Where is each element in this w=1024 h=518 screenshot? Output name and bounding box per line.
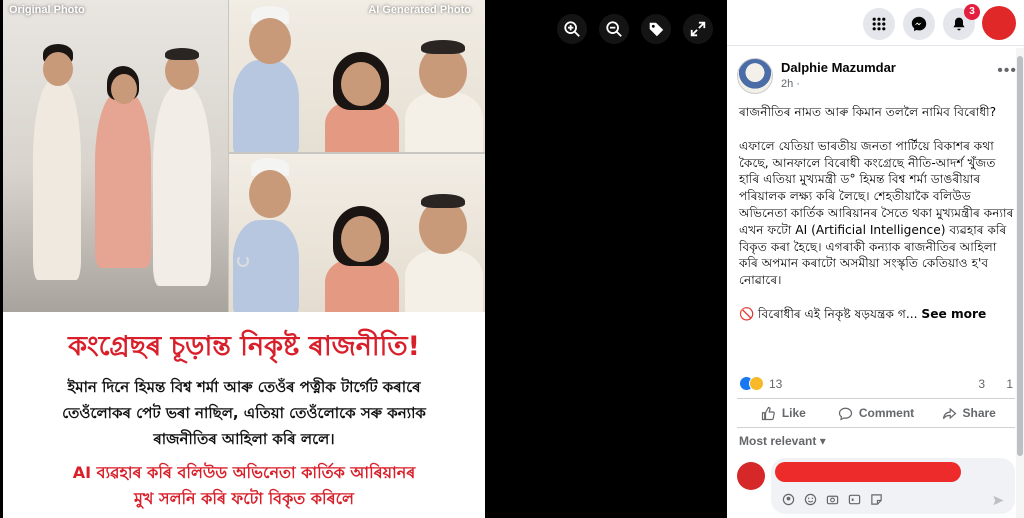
caption-red-line: AI ব্যৱহাৰ কৰি বলিউড অভিনেতা কাৰ্তিক আৰি… — [72, 463, 416, 482]
post-paragraph-truncated: 🚫 বিৰোধীৰ এই নিকৃষ্ট ষড়যন্ত্ৰক গ... See… — [739, 306, 1015, 323]
caption-line: ৰাজনীতিৰ আহিলা কৰি ললে। — [153, 430, 335, 448]
comment-count[interactable]: 3 — [978, 377, 985, 391]
person-hair — [165, 48, 199, 60]
tag-icon — [649, 22, 664, 37]
person-head — [249, 170, 291, 218]
messenger-icon — [911, 16, 927, 32]
post-paragraph: ৰাজনীতিৰ নামত আৰু কিমান তললৈ নামিব বিৰোধ… — [739, 105, 997, 119]
ai-photo-top — [229, 0, 485, 152]
caption-red-line: মুখ সলনি কৰি ফটো বিকৃত কৰিলে — [134, 489, 354, 508]
like-button[interactable]: Like — [737, 399, 830, 427]
messenger-button[interactable] — [903, 8, 935, 40]
author-avatar[interactable] — [737, 58, 773, 94]
comment-button[interactable]: Comment — [830, 399, 923, 427]
person-head — [341, 216, 381, 262]
post-header: Dalphie Mazumdar 2h · ••• — [737, 58, 1017, 98]
original-photo-label: Original Photo — [9, 4, 85, 16]
commenter-avatar — [737, 462, 765, 490]
person-head — [249, 18, 291, 64]
comment-composer — [737, 458, 1015, 514]
caption-red-text: AI ব্যৱহাৰ কৰি বলিউড অভিনেতা কাৰ্তিক আৰি… — [13, 460, 475, 512]
reaction-icons[interactable] — [739, 376, 765, 392]
share-count[interactable]: 1 — [1006, 377, 1013, 391]
send-icon[interactable] — [992, 494, 1005, 512]
post-actions: Like Comment Share — [737, 398, 1015, 428]
emoji-icon[interactable] — [803, 492, 817, 506]
redacted-text — [775, 462, 961, 482]
account-avatar[interactable] — [982, 6, 1016, 40]
person-head — [43, 52, 73, 86]
notifications-button[interactable]: 3 — [943, 4, 980, 40]
menu-button[interactable] — [863, 8, 895, 40]
comment-label: Comment — [858, 406, 915, 420]
post-image[interactable]: Original Photo AI Generated Photo কংগ্ৰে… — [3, 0, 485, 518]
original-photo — [3, 0, 228, 312]
person-figure — [95, 92, 151, 268]
fullscreen-icon — [690, 21, 706, 37]
ai-photo-bottom — [229, 154, 485, 312]
comment-input[interactable] — [771, 458, 1015, 514]
person-figure — [33, 80, 81, 280]
like-label: Like — [781, 406, 806, 420]
person-figure — [153, 86, 211, 286]
photo-viewer: Original Photo AI Generated Photo কংগ্ৰে… — [0, 0, 727, 518]
share-label: Share — [962, 406, 996, 420]
comment-sort-dropdown[interactable]: Most relevant ▾ — [739, 434, 826, 448]
person-head — [419, 200, 467, 254]
see-more-link[interactable]: See more — [921, 307, 986, 321]
post-text: ৰাজনীতিৰ নামত আৰু কিমান তললৈ নামিব বিৰোধ… — [739, 104, 1015, 323]
loading-spinner-icon — [237, 255, 249, 267]
caption-line: ইমান দিনে হিমন্ত বিশ্ব শৰ্মা আৰু তেওঁৰ প… — [67, 378, 421, 396]
caption-line: তেওঁলোকৰ পেট ভৰা নাছিল, এতিয়া তেওঁলোকে … — [62, 404, 426, 422]
menu-grid-icon — [872, 17, 886, 31]
post-timestamp[interactable]: 2h · — [781, 78, 800, 90]
angry-reaction-icon — [749, 376, 764, 391]
share-icon — [942, 407, 956, 419]
camera-icon[interactable] — [825, 492, 839, 506]
person-figure — [325, 258, 399, 312]
fullscreen-button[interactable] — [683, 14, 713, 44]
person-hair — [421, 40, 465, 54]
reaction-summary: 13 3 1 — [739, 376, 1015, 392]
post-side-panel: 3 Dalphie Mazumdar 2h · ••• ৰাজনীতিৰ নাম… — [727, 0, 1024, 518]
top-navigation: 3 — [727, 0, 1024, 46]
gif-icon[interactable] — [847, 492, 861, 506]
zoom-in-button[interactable] — [557, 14, 587, 44]
sticker-icon[interactable] — [869, 492, 883, 506]
post-options-icon[interactable]: ••• — [997, 62, 1017, 80]
person-figure — [233, 60, 299, 152]
comment-tools — [781, 492, 883, 506]
avatar-sticker-icon[interactable] — [781, 492, 795, 506]
zoom-out-button[interactable] — [599, 14, 629, 44]
notification-count-badge: 3 — [964, 4, 980, 20]
tag-photo-button[interactable] — [641, 14, 671, 44]
caption-title: কংগ্ৰেছৰ চূড়ান্ত নিকৃষ্ট ৰাজনীতি! — [68, 331, 420, 362]
person-hair — [421, 194, 465, 208]
thumbs-up-icon — [761, 406, 775, 420]
comment-icon — [838, 407, 852, 421]
panel-scroll-thumb[interactable] — [1017, 56, 1023, 456]
person-head — [111, 74, 137, 104]
share-button[interactable]: Share — [922, 399, 1015, 427]
post-paragraph: 🚫 বিৰোধীৰ এই নিকৃষ্ট ষড়যন্ত্ৰক গ... — [739, 306, 918, 321]
zoom-in-icon — [564, 21, 580, 37]
zoom-out-icon — [606, 21, 622, 37]
photo-collage: Original Photo AI Generated Photo — [3, 0, 485, 312]
post-author-name[interactable]: Dalphie Mazumdar — [781, 60, 896, 75]
person-head — [341, 62, 381, 106]
reaction-count[interactable]: 13 — [769, 377, 782, 391]
post-paragraph: এফালে যেতিয়া ভাৰতীয় জনতা পাৰ্টিয়ে বিক… — [739, 138, 1014, 288]
image-caption: কংগ্ৰেছৰ চূড়ান্ত নিকৃষ্ট ৰাজনীতি! ইমান … — [3, 312, 485, 518]
viewer-toolbar — [557, 14, 713, 44]
caption-body: ইমান দিনে হিমন্ত বিশ্ব শৰ্মা আৰু তেওঁৰ প… — [13, 374, 475, 452]
person-figure — [405, 250, 483, 312]
bell-icon — [953, 17, 965, 31]
person-figure — [405, 92, 483, 152]
ai-photo-label: AI Generated Photo — [368, 4, 471, 16]
